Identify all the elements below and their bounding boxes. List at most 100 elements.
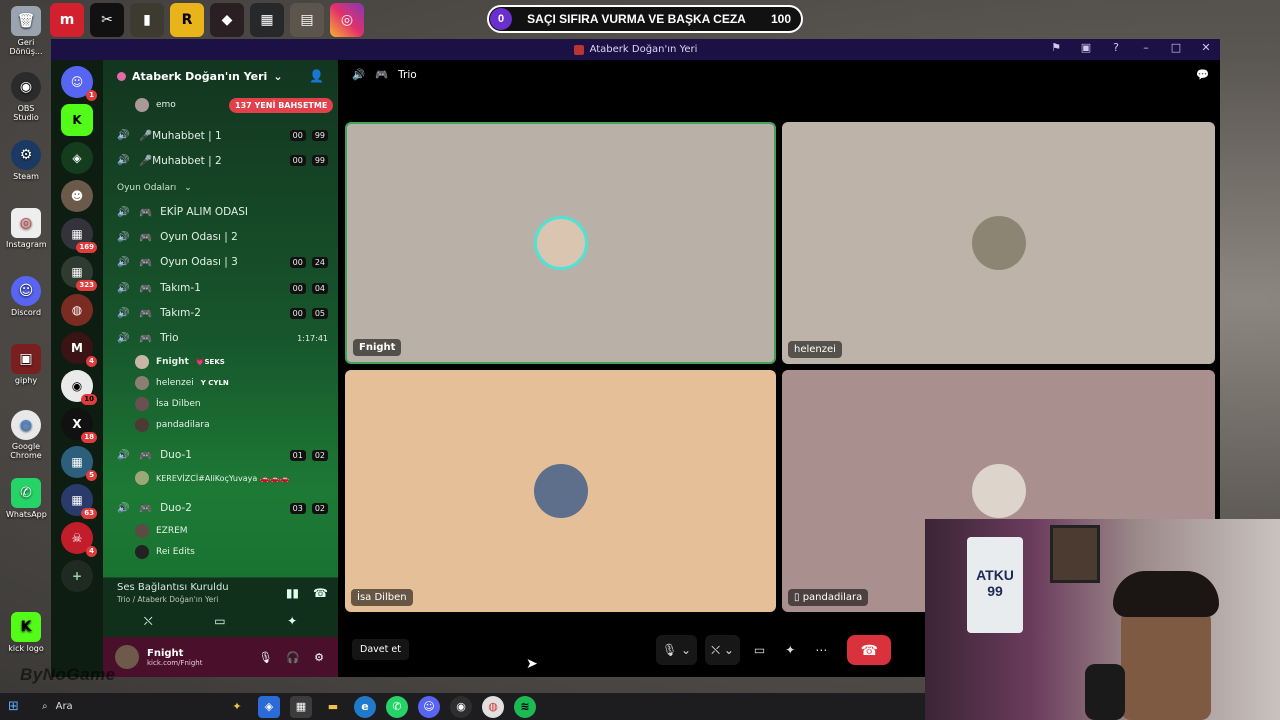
server-item[interactable]: ◉ 10 [61, 370, 97, 405]
game-icon[interactable]: ◆ [210, 3, 244, 37]
server-item[interactable]: ☻ [61, 180, 93, 212]
chat-icon[interactable]: 💬 [1196, 68, 1209, 81]
list-item[interactable]: pandadilara [135, 416, 328, 434]
server-item[interactable]: M4 [61, 332, 97, 367]
voice-channel-duo-1[interactable]: 🔊 🎮 Duo-1 01 02 [117, 445, 328, 465]
channel-name: Oyun Odası | 2 [160, 231, 238, 243]
list-item[interactable]: Fnight 💗SEKS [135, 353, 328, 371]
spotify-icon[interactable]: ≋ [514, 695, 536, 718]
chrome-icon: ◍ [11, 410, 41, 440]
minimize-icon[interactable]: – [1138, 41, 1154, 54]
fan-app-icon[interactable]: m [50, 3, 84, 37]
microphone-icon[interactable]: 🎙 [258, 651, 272, 664]
gamepad-icon: 🎮 [139, 332, 153, 345]
taskbar-search[interactable]: ⌕ Ara [36, 696, 216, 718]
signal-icon[interactable]: ▮▮ [286, 586, 299, 600]
camera-button[interactable]: ⛌ ⌄ [705, 635, 740, 665]
store-icon[interactable]: ▦ [290, 695, 312, 718]
desktop-icon-chrome[interactable]: ◍ Google Chrome [6, 410, 46, 460]
list-item[interactable]: KEREVİZCİ#AliKoçYuvaya 🚗🚗🚗 [135, 469, 328, 487]
server-kick[interactable]: K [61, 104, 93, 136]
voice-channel-takim-2[interactable]: 🔊 🎮 Takım-2 00 05 [117, 303, 328, 323]
hang-up-button[interactable]: ☎ [847, 635, 892, 665]
flag-icon[interactable]: ⚑ [1048, 41, 1064, 54]
activities-button[interactable]: ✦ [779, 635, 801, 665]
disconnect-icon[interactable]: ☎ [313, 586, 328, 600]
photo-icon[interactable]: ▤ [290, 3, 324, 37]
voice-channel-trio[interactable]: 🔊 🎮 Trio 1:17:41 [117, 328, 328, 348]
folder-icon[interactable]: ▬ [322, 696, 344, 718]
desktop-icon-recycle-bin[interactable]: 🗑 Geri Dönüş... [6, 6, 46, 56]
chrome-icon[interactable]: ◍ [482, 695, 504, 718]
server-folder[interactable]: ▦ 169 [61, 218, 97, 253]
user-info[interactable]: Fnight kick.com/Fnight [147, 648, 202, 667]
camera-off-icon[interactable]: ⛌ [144, 614, 153, 629]
screen-share-icon[interactable]: ▭ [214, 614, 225, 629]
list-item[interactable]: Rei Edits [135, 543, 328, 561]
category-oyun-odalari[interactable]: Oyun Odaları ⌄ [117, 178, 328, 198]
server-folder[interactable]: ▦ 5 [61, 446, 97, 481]
participant-tile[interactable]: Fnight [345, 122, 776, 364]
obs-icon[interactable]: ◉ [450, 695, 472, 718]
game-icon[interactable]: ▦ [250, 3, 284, 37]
copilot-icon[interactable]: ◈ [258, 695, 280, 718]
instagram-icon[interactable]: ◎ [330, 3, 364, 37]
desktop-icon-giphy[interactable]: ▣ giphy [6, 344, 46, 385]
activities-icon[interactable]: ✦ [287, 614, 297, 629]
desktop-icon-discord[interactable]: ☺ Discord [6, 276, 46, 317]
voice-channel-takim-1[interactable]: 🔊 🎮 Takım-1 00 04 [117, 278, 328, 298]
desktop-icon-obs[interactable]: ◉ OBS Studio [6, 72, 46, 122]
more-button[interactable]: ⋯ [809, 635, 833, 665]
avatar[interactable] [115, 645, 139, 669]
help-icon[interactable]: ? [1108, 41, 1124, 54]
member-tag: 💗SEKS [195, 358, 225, 366]
voice-channel-ekip[interactable]: 🔊 🎮 EKİP ALIM ODASI [117, 202, 328, 222]
rockstar-icon[interactable]: R [170, 3, 204, 37]
game-icon[interactable]: ▮ [130, 3, 164, 37]
server-folder[interactable]: ▦ 323 [61, 256, 97, 291]
server-item[interactable]: ☠ 4 [61, 522, 97, 557]
list-item[interactable]: İsa Dilben [135, 395, 328, 413]
voice-channel-oyun-2[interactable]: 🔊 🎮 Oyun Odası | 2 [117, 227, 328, 247]
window-titlebar[interactable]: Ataberk Doğan'ın Yeri ⚑ ▣ ? – □ ✕ [51, 39, 1220, 60]
screen-share-button[interactable]: ▭ [748, 635, 771, 665]
voice-channel-muhabbet-1[interactable]: 🔊 🎤Muhabbet | 1 00 99 [117, 125, 328, 145]
voice-channel-oyun-3[interactable]: 🔊 🎮 Oyun Odası | 3 00 24 [117, 252, 328, 272]
desktop-icon-kick[interactable]: K kick logo [6, 612, 46, 653]
sparkle-icon[interactable]: ✦ [226, 696, 248, 718]
close-icon[interactable]: ✕ [1198, 41, 1214, 54]
invite-user-icon[interactable]: 👤 [309, 69, 324, 83]
invite-button[interactable]: Davet et [352, 639, 409, 660]
search-icon: ⌕ [42, 701, 48, 712]
desktop-icon-steam[interactable]: ⚙ Steam [6, 140, 46, 181]
inbox-icon[interactable]: ▣ [1078, 41, 1094, 54]
discord-icon[interactable]: ☺ [418, 695, 440, 718]
goal-current-value: 0 [490, 8, 512, 30]
maximize-icon[interactable]: □ [1168, 41, 1184, 54]
server-active[interactable]: ◍ [61, 294, 93, 326]
list-item[interactable]: helenzei Y CYLN [135, 374, 328, 392]
server-item[interactable]: X 18 [61, 408, 97, 443]
mute-button[interactable]: 🎙 ⌄ [656, 635, 698, 665]
server-header[interactable]: Ataberk Doğan'ın Yeri ⌄ 👤 [103, 60, 338, 92]
voice-channel-muhabbet-2[interactable]: 🔊 🎤Muhabbet | 2 00 99 [117, 150, 328, 170]
add-server-icon[interactable]: + [61, 560, 93, 592]
edge-icon[interactable]: e [354, 695, 376, 718]
gear-icon[interactable]: ⚙ [314, 651, 324, 664]
participant-tile[interactable]: helenzei [782, 122, 1215, 364]
whatsapp-icon[interactable]: ✆ [386, 695, 408, 718]
channel-name: Takım-1 [160, 282, 201, 294]
server-item[interactable]: ◈ [61, 142, 93, 174]
windows-start-icon[interactable]: ⊞ [8, 699, 26, 714]
capcut-icon[interactable]: ✂ [90, 3, 124, 37]
chrome-app-icon: ◎ [11, 208, 41, 238]
desktop-icon-instagram[interactable]: ◎ Instagram [6, 208, 47, 249]
list-item[interactable]: EZREM [135, 522, 328, 540]
server-folder[interactable]: ▦ 63 [61, 484, 97, 519]
server-home[interactable]: ☺ 1 [61, 66, 97, 101]
new-mentions-pill[interactable]: 137 YENİ BAHSETME [229, 98, 334, 113]
headphones-icon[interactable]: 🎧 [286, 651, 300, 664]
desktop-icon-whatsapp[interactable]: ✆ WhatsApp [6, 478, 47, 519]
voice-channel-duo-2[interactable]: 🔊 🎮 Duo-2 03 02 [117, 498, 328, 518]
participant-tile[interactable]: İsa Dilben [345, 370, 776, 612]
